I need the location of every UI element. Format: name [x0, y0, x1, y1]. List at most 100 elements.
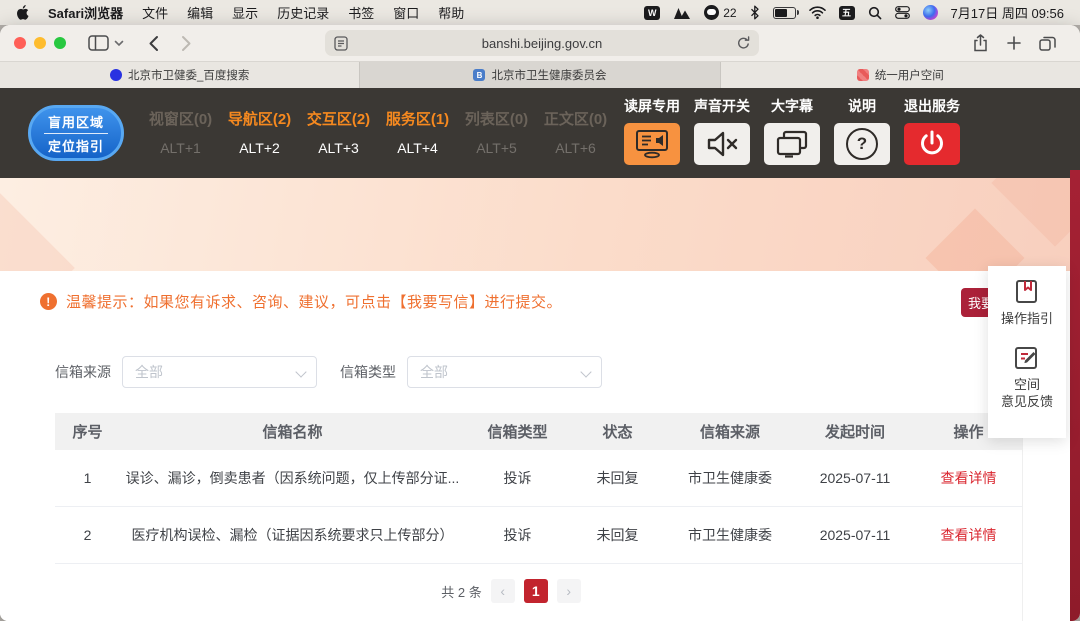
tool-sound-toggle: 声音开关 [693, 96, 751, 165]
screen-reader-button[interactable] [624, 123, 680, 165]
menu-history[interactable]: 历史记录 [277, 3, 329, 22]
table-header-row: 序号 信箱名称 信箱类型 状态 信箱来源 发起时间 操作 [55, 413, 1022, 450]
battery-status-icon[interactable] [773, 7, 796, 19]
cell-seq: 2 [55, 527, 120, 543]
warning-icon: ! [40, 293, 57, 310]
filter-row: 信箱来源 全部 信箱类型 全部 [55, 356, 625, 388]
cell-source: 市卫生健康委 [665, 525, 795, 545]
siri-status-icon[interactable] [923, 5, 938, 20]
back-button[interactable] [148, 35, 159, 52]
header-type: 信箱类型 [465, 421, 570, 442]
zone-body-text[interactable]: 正文区(0) ALT+6 [536, 88, 615, 178]
share-icon[interactable] [973, 34, 988, 52]
menubar-clock[interactable]: 7月17日 周四 09:56 [951, 3, 1064, 22]
user-space-favicon [857, 69, 869, 81]
select-value: 全部 [420, 362, 448, 382]
notice-row: ! 温馨提示：如果您有诉求、咨询、建议，可点击【我要写信】进行提交。 [40, 291, 562, 312]
close-window-button[interactable] [14, 37, 26, 49]
prev-page-button[interactable]: ‹ [491, 579, 515, 603]
pagination: 共 2 条 ‹ 1 › [0, 579, 1022, 603]
menu-help[interactable]: 帮助 [438, 3, 464, 22]
cell-name: 医疗机构误检、漏检（证据因系统要求只上传部分） [120, 525, 465, 545]
big-caption-button[interactable] [764, 123, 820, 165]
apple-menu-icon[interactable] [16, 5, 29, 20]
mailbox-source-label: 信箱来源 [55, 362, 111, 382]
zoom-window-button[interactable] [54, 37, 66, 49]
mailbox-list-page: ! 温馨提示：如果您有诉求、咨询、建议，可点击【我要写信】进行提交。 我要写信 … [0, 271, 1080, 621]
header-status: 状态 [570, 421, 665, 442]
beijing-gov-favicon: B [473, 69, 485, 81]
zone-list[interactable]: 列表区(0) ALT+5 [457, 88, 536, 178]
cell-type: 投诉 [465, 468, 570, 488]
table-row: 2 医疗机构误检、漏检（证据因系统要求只上传部分） 投诉 未回复 市卫生健康委 … [55, 507, 1022, 564]
menu-bookmarks[interactable]: 书签 [348, 3, 374, 22]
sidebar-chevron-icon[interactable] [114, 40, 124, 47]
right-red-strip [1070, 170, 1080, 621]
muted-speaker-icon [705, 130, 739, 158]
tab-overview-icon[interactable] [1039, 35, 1056, 51]
sound-toggle-button[interactable] [694, 123, 750, 165]
page-1-button[interactable]: 1 [524, 579, 548, 603]
cell-status: 未回复 [570, 468, 665, 488]
address-bar[interactable]: banshi.beijing.gov.cn [325, 30, 759, 56]
wifi-status-icon[interactable] [809, 6, 826, 19]
zone-navigation[interactable]: 导航区(2) ALT+2 [220, 88, 299, 178]
banner-cube-decoration [926, 209, 1025, 271]
url-text: banshi.beijing.gov.cn [482, 36, 602, 51]
next-page-button[interactable]: › [557, 579, 581, 603]
minimize-window-button[interactable] [34, 37, 46, 49]
menu-view[interactable]: 显示 [232, 3, 258, 22]
guide-book-icon [1013, 278, 1040, 305]
w-app-status-icon[interactable]: W [644, 6, 660, 20]
guide-label: 操作指引 [1001, 310, 1053, 328]
menu-file[interactable]: 文件 [142, 3, 168, 22]
zone-interaction[interactable]: 交互区(2) ALT+3 [299, 88, 378, 178]
power-icon [917, 129, 947, 159]
header-seq: 序号 [55, 421, 120, 442]
menu-window[interactable]: 窗口 [393, 3, 419, 22]
exit-service-button[interactable] [904, 123, 960, 165]
menu-edit[interactable]: 编辑 [187, 3, 213, 22]
chevron-down-icon [580, 366, 591, 377]
reader-view-icon[interactable] [334, 36, 348, 51]
accessibility-toolbar: 盲用区域 定位指引 视窗区(0) ALT+1 导航区(2) ALT+2 交互区(… [0, 88, 1080, 178]
sidebar-toggle-icon[interactable] [88, 35, 109, 51]
operation-guide-item[interactable]: 操作指引 [1001, 278, 1053, 328]
mailbox-type-select[interactable]: 全部 [407, 356, 602, 388]
view-detail-link[interactable]: 查看详情 [915, 525, 1022, 545]
feedback-item[interactable]: 空间 意见反馈 [1001, 344, 1053, 411]
tab-label: 北京市卫生健康委员会 [491, 67, 606, 83]
header-name: 信箱名称 [120, 421, 465, 442]
dual-screen-icon [775, 129, 809, 159]
tab-bar: 北京市卫健委_百度搜索 B 北京市卫生健康委员会 统一用户空间 [0, 62, 1080, 89]
tool-screen-reader: 读屏专用 [623, 96, 681, 165]
tab-user-space[interactable]: 统一用户空间 [721, 62, 1080, 88]
feedback-note-icon [1013, 344, 1040, 371]
forward-button[interactable] [181, 35, 192, 52]
bluetooth-status-icon[interactable] [750, 5, 760, 20]
table-row: 1 误诊、漏诊，倒卖患者（因系统问题，仅上传部分证... 投诉 未回复 市卫生健… [55, 450, 1022, 507]
help-button[interactable]: ? [834, 123, 890, 165]
zone-viewport[interactable]: 视窗区(0) ALT+1 [141, 88, 220, 178]
zone-service[interactable]: 服务区(1) ALT+4 [378, 88, 457, 178]
new-tab-icon[interactable] [1007, 36, 1021, 50]
mailbox-table: 序号 信箱名称 信箱类型 状态 信箱来源 发起时间 操作 1 误诊、漏诊，倒卖患… [55, 413, 1022, 564]
input-method-status-icon[interactable]: 五 [839, 6, 855, 20]
menu-app-name[interactable]: Safari浏览器 [48, 3, 123, 22]
view-detail-link[interactable]: 查看详情 [915, 468, 1022, 488]
wechat-status-icon[interactable] [704, 5, 719, 20]
badge-line1: 盲用区域 [44, 112, 108, 134]
cell-date: 2025-07-11 [795, 527, 915, 543]
mountains-status-icon[interactable] [673, 7, 691, 19]
control-center-icon[interactable] [895, 6, 910, 19]
spotlight-search-icon[interactable] [868, 6, 882, 20]
blind-zone-guide-badge[interactable]: 盲用区域 定位指引 [28, 105, 124, 161]
cell-name: 误诊、漏诊，倒卖患者（因系统问题，仅上传部分证... [120, 468, 465, 488]
tab-health-commission[interactable]: B 北京市卫生健康委员会 [360, 62, 720, 88]
floating-side-panel: 操作指引 空间 意见反馈 [988, 266, 1066, 438]
reload-icon[interactable] [737, 36, 750, 50]
tab-baidu-search[interactable]: 北京市卫健委_百度搜索 [0, 62, 360, 88]
mailbox-source-select[interactable]: 全部 [122, 356, 317, 388]
header-date: 发起时间 [795, 421, 915, 442]
macos-menu-bar: Safari浏览器 文件 编辑 显示 历史记录 书签 窗口 帮助 W 22 五 … [0, 0, 1080, 25]
